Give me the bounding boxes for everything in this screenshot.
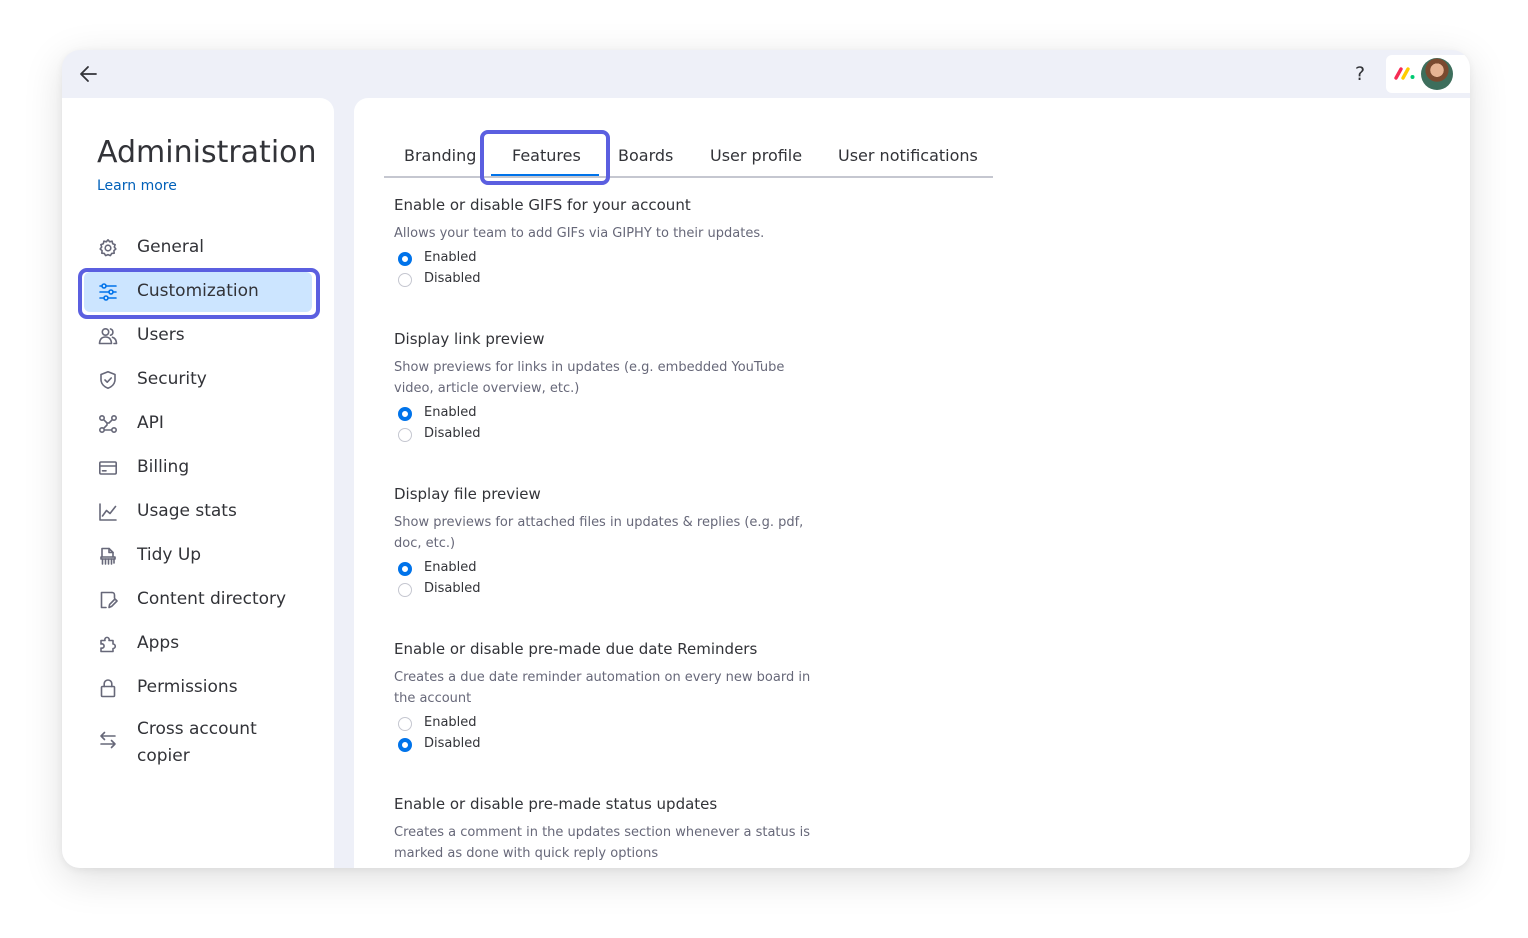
sidebar-item-label: Permissions — [137, 677, 238, 697]
radio-button[interactable] — [398, 562, 412, 576]
monday-logo-icon — [1394, 67, 1415, 80]
admin-window: ? Administration Learn more General Cust… — [62, 50, 1470, 868]
setting-title: Enable or disable pre-made status update… — [394, 795, 718, 813]
sidebar-item-label: API — [137, 413, 164, 433]
api-icon — [98, 414, 118, 434]
radio-label: Enabled — [424, 250, 477, 265]
sidebar-item-label: General — [137, 237, 204, 257]
radio-button[interactable] — [398, 428, 412, 442]
sidebar-item-label: Apps — [137, 633, 180, 653]
sidebar-item-customization[interactable]: Customization — [84, 272, 312, 312]
gifs-setting: Enable or disable GIFS for your account … — [394, 196, 814, 291]
radio-option-enabled[interactable]: Enabled — [394, 714, 814, 735]
sidebar-item-api[interactable]: API — [84, 404, 312, 444]
radio-option-disabled[interactable]: Disabled — [394, 425, 814, 446]
active-tab-indicator — [491, 174, 599, 176]
radio-option-enabled[interactable]: Enabled — [394, 404, 814, 425]
arrows-swap-icon — [98, 730, 118, 750]
radio-option-disabled[interactable]: Disabled — [394, 270, 814, 291]
sidebar-item-cross-account-copier[interactable]: Cross account copier — [84, 712, 312, 768]
radio-button[interactable] — [398, 738, 412, 752]
sidebar-item-label: Security — [137, 369, 207, 389]
tab-user-notifications[interactable]: User notifications — [838, 146, 978, 165]
sliders-icon — [98, 282, 118, 302]
radio-label: Disabled — [424, 271, 481, 286]
help-button[interactable]: ? — [1346, 60, 1374, 88]
sidebar-item-label: Content directory — [137, 589, 287, 609]
tab-branding[interactable]: Branding — [404, 146, 476, 165]
radio-button[interactable] — [398, 407, 412, 421]
radio-option-disabled[interactable]: Disabled — [394, 580, 814, 601]
setting-description: Creates a comment in the updates section… — [394, 825, 811, 861]
shield-icon — [98, 370, 118, 390]
sidebar-item-permissions[interactable]: Permissions — [84, 668, 312, 708]
sidebar-item-content-directory[interactable]: Content directory — [84, 580, 312, 620]
setting-description: Show previews for links in updates (e.g.… — [394, 360, 785, 396]
radio-button[interactable] — [398, 252, 412, 266]
chart-icon — [98, 502, 118, 522]
back-button[interactable] — [76, 62, 102, 86]
credit-card-icon — [98, 458, 118, 478]
radio-option-enabled[interactable]: Enabled — [394, 559, 814, 580]
radio-button[interactable] — [398, 273, 412, 287]
users-icon — [98, 326, 118, 346]
radio-label: Disabled — [424, 426, 481, 441]
radio-option-enabled[interactable]: Enabled — [394, 249, 814, 270]
link-preview-setting: Display link preview Show previews for l… — [394, 330, 814, 446]
sidebar-item-tidy-up[interactable]: Tidy Up — [84, 536, 312, 576]
page-title: Administration — [97, 135, 317, 170]
sidebar-item-label: Tidy Up — [137, 545, 202, 565]
radio-label: Disabled — [424, 736, 481, 751]
status-updates-setting: Enable or disable pre-made status update… — [394, 795, 814, 864]
lock-icon — [98, 678, 118, 698]
setting-description: Show previews for attached files in upda… — [394, 515, 804, 551]
setting-description: Creates a due date reminder automation o… — [394, 670, 811, 706]
radio-option-disabled[interactable]: Disabled — [394, 735, 814, 756]
features-settings-panel: Branding Features Boards User profile Us… — [354, 98, 1470, 868]
setting-title: Display file preview — [394, 485, 541, 503]
sidebar-item-label: Customization — [137, 281, 259, 301]
due-date-reminders-setting: Enable or disable pre-made due date Remi… — [394, 640, 814, 756]
radio-label: Enabled — [424, 560, 477, 575]
settings-tabs: Branding Features Boards User profile Us… — [384, 138, 993, 178]
tab-features[interactable]: Features — [512, 146, 581, 165]
sidebar-item-general[interactable]: General — [84, 228, 312, 268]
gear-icon — [98, 238, 118, 258]
user-avatar[interactable] — [1421, 58, 1453, 90]
sidebar-item-label: Users — [137, 325, 185, 345]
setting-description: Allows your team to add GIFs via GIPHY t… — [394, 226, 765, 241]
setting-title: Enable or disable pre-made due date Remi… — [394, 640, 758, 658]
arrow-left-icon — [80, 66, 97, 82]
tidy-up-icon — [98, 546, 118, 566]
radio-button[interactable] — [398, 717, 412, 731]
sidebar-item-users[interactable]: Users — [84, 316, 312, 356]
setting-title: Display link preview — [394, 330, 545, 348]
sidebar-item-label: Cross account copier — [137, 719, 257, 766]
radio-button[interactable] — [398, 583, 412, 597]
setting-title: Enable or disable GIFS for your account — [394, 196, 691, 214]
file-preview-setting: Display file preview Show previews for a… — [394, 485, 814, 601]
radio-label: Disabled — [424, 581, 481, 596]
sidebar-item-label: Usage stats — [137, 501, 237, 521]
radio-label: Enabled — [424, 715, 477, 730]
sidebar-item-usage-stats[interactable]: Usage stats — [84, 492, 312, 532]
tab-boards[interactable]: Boards — [618, 146, 673, 165]
tab-user-profile[interactable]: User profile — [710, 146, 802, 165]
top-bar: ? — [62, 50, 1470, 98]
account-menu-button[interactable] — [1386, 55, 1470, 93]
sidebar-item-security[interactable]: Security — [84, 360, 312, 400]
learn-more-link[interactable]: Learn more — [97, 178, 177, 194]
sidebar-item-apps[interactable]: Apps — [84, 624, 312, 664]
admin-sidebar: Administration Learn more General Custom… — [62, 98, 334, 868]
puzzle-icon — [98, 634, 118, 654]
sidebar-item-label: Billing — [137, 457, 190, 477]
radio-label: Enabled — [424, 405, 477, 420]
content-directory-icon — [98, 590, 118, 610]
sidebar-item-billing[interactable]: Billing — [84, 448, 312, 488]
